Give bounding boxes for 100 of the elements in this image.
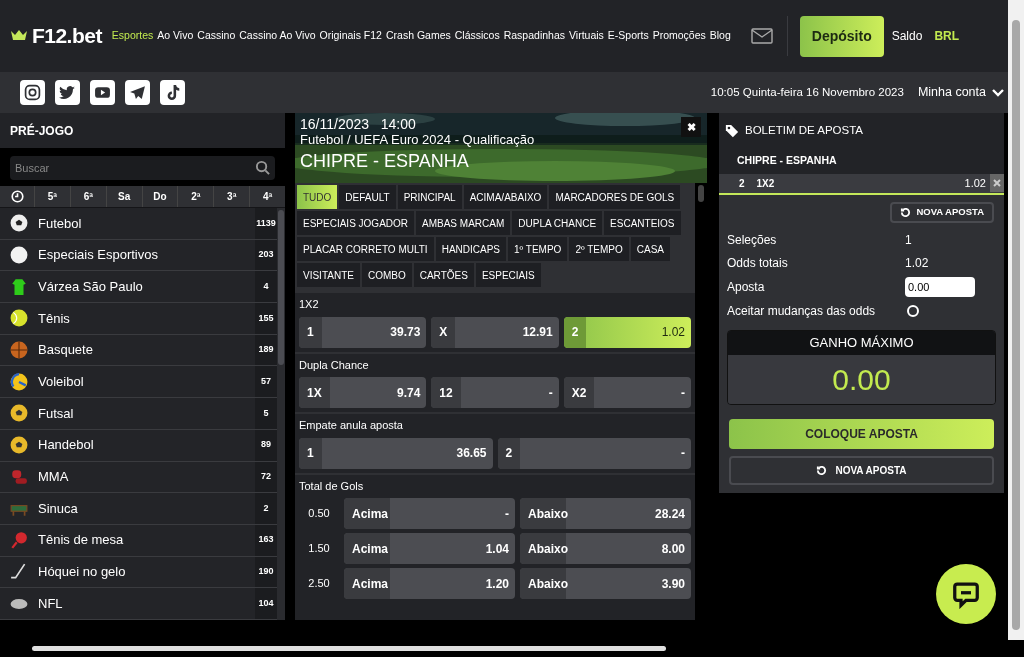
- sport-row[interactable]: NFL 104: [0, 588, 277, 620]
- market-tab[interactable]: HANDICAPS: [435, 237, 506, 261]
- place-bet-button[interactable]: COLOQUE APOSTA: [729, 419, 994, 449]
- tennis-ball-icon: [10, 309, 28, 328]
- twitter-icon[interactable]: [55, 80, 80, 105]
- event-count: 104: [255, 588, 277, 619]
- market-tab[interactable]: CARTÕES: [413, 263, 474, 287]
- chevron-down-icon: [992, 88, 1004, 97]
- close-button[interactable]: ✖: [681, 117, 701, 137]
- nav-link[interactable]: Cassino: [197, 28, 236, 44]
- odds-button[interactable]: 12 -: [431, 377, 559, 408]
- mail-icon[interactable]: [750, 28, 773, 44]
- nav-link[interactable]: Promoções: [652, 28, 706, 44]
- sport-row[interactable]: Futsal 5: [0, 398, 277, 430]
- market-tab[interactable]: 2º TEMPO: [569, 237, 629, 261]
- odds-button[interactable]: 2 -: [497, 437, 691, 469]
- summary-label: Seleções: [727, 232, 778, 249]
- odds-button[interactable]: 1 39.73: [299, 316, 427, 348]
- stake-field[interactable]: 0.00: [905, 277, 975, 297]
- selection-odds: 1.02: [964, 175, 986, 191]
- odds-button[interactable]: 1X 9.74: [299, 377, 427, 408]
- sport-row[interactable]: Tênis de mesa 163: [0, 524, 277, 557]
- day-tab[interactable]: 3ª: [214, 186, 251, 207]
- odds-button[interactable]: Acima 1.04: [344, 533, 515, 564]
- account-menu[interactable]: Minha conta: [917, 83, 1004, 102]
- day-tab[interactable]: 5ª: [35, 186, 71, 207]
- deposit-button[interactable]: Depósito: [799, 15, 884, 57]
- market-tab[interactable]: DUPLA CHANCE: [512, 211, 603, 235]
- market-tab[interactable]: ACIMA/ABAIXO: [463, 185, 548, 209]
- market-tab[interactable]: ESPECIAIS JOGADOR: [297, 211, 415, 235]
- day-tab[interactable]: Sa: [106, 186, 143, 207]
- event-teams: CHIPRE - ESPANHA: [300, 150, 470, 173]
- nav-link[interactable]: Esportes: [111, 28, 154, 44]
- market-tab[interactable]: PLACAR CORRETO MULTI: [297, 237, 434, 261]
- accept-changes-toggle[interactable]: [907, 305, 919, 317]
- new-bet-button[interactable]: NOVA APOSTA: [729, 456, 994, 485]
- market-tab[interactable]: COMBO: [361, 263, 412, 287]
- nav-link[interactable]: E-Sports: [607, 28, 649, 44]
- nav-link[interactable]: Raspadinhas: [503, 28, 565, 44]
- sport-name: Futebol: [38, 214, 83, 233]
- sport-row[interactable]: MMA 72: [0, 461, 277, 494]
- odds-button[interactable]: X2 -: [563, 377, 691, 408]
- market-tab[interactable]: AMBAS MARCAM: [416, 211, 511, 235]
- nav-link[interactable]: Virtuais: [569, 28, 604, 44]
- sport-row[interactable]: Tênis 155: [0, 303, 277, 335]
- tiktok-icon[interactable]: [160, 80, 185, 105]
- odds-button[interactable]: Abaixo 8.00: [520, 533, 691, 564]
- odds-button[interactable]: 1 36.65: [299, 437, 493, 469]
- event-count: 5: [255, 398, 277, 429]
- instagram-icon[interactable]: [20, 80, 45, 105]
- nav-link[interactable]: Ao Vivo: [157, 28, 194, 44]
- youtube-icon[interactable]: [90, 80, 115, 105]
- day-tab[interactable]: 4ª: [250, 186, 285, 207]
- market-tab[interactable]: VISITANTE: [297, 263, 360, 287]
- sport-row[interactable]: Sinuca 2: [0, 493, 277, 525]
- nav-link[interactable]: Cassino Ao Vivo: [239, 28, 316, 44]
- chat-button[interactable]: [936, 564, 996, 624]
- soccer-ball-icon: [10, 404, 28, 423]
- max-win-value: 0.00: [728, 355, 995, 404]
- new-bet-button[interactable]: NOVA APOSTA: [890, 202, 994, 223]
- market-tab[interactable]: 1º TEMPO: [508, 237, 568, 261]
- sport-row[interactable]: Especiais Esportivos 203: [0, 239, 277, 272]
- odds-button[interactable]: Abaixo 28.24: [520, 498, 691, 529]
- scrollbar-thumb[interactable]: [1012, 20, 1020, 630]
- sport-row[interactable]: Voleibol 57: [0, 366, 277, 399]
- scrollbar-thumb[interactable]: [278, 210, 284, 365]
- day-tab[interactable]: 2ª: [178, 186, 215, 207]
- nav-link[interactable]: Clássicos: [454, 28, 500, 44]
- day-tab[interactable]: Do: [142, 186, 179, 207]
- odds-button[interactable]: Acima 1.20: [344, 568, 515, 599]
- scrollbar-thumb[interactable]: [698, 185, 704, 202]
- telegram-icon[interactable]: [125, 80, 150, 105]
- nav-link[interactable]: Crash Games: [385, 28, 451, 44]
- search-field[interactable]: Buscar: [10, 155, 275, 180]
- odds-button[interactable]: X 12.91: [431, 316, 559, 348]
- logo[interactable]: F12.bet: [32, 20, 102, 52]
- nav-link[interactable]: Originais F12: [319, 28, 382, 44]
- goal-line: 2.50: [307, 576, 331, 592]
- market-tab[interactable]: MARCADORES DE GOLS: [549, 185, 681, 209]
- remove-button[interactable]: [990, 174, 1004, 192]
- market-tab[interactable]: DEFAULT: [339, 185, 396, 209]
- sport-name: Futsal: [38, 404, 75, 423]
- sport-name: NFL: [38, 594, 64, 613]
- market-tab[interactable]: PRINCIPAL: [397, 185, 462, 209]
- odds-button[interactable]: Abaixo 3.90: [520, 568, 691, 599]
- sport-row[interactable]: Hóquei no gelo 190: [0, 556, 277, 589]
- scrollbar-thumb[interactable]: [32, 646, 666, 651]
- sport-row[interactable]: Futebol 1139: [0, 208, 277, 240]
- market-tab[interactable]: ESCANTEIOS: [604, 211, 681, 235]
- sport-row[interactable]: Handebol 89: [0, 429, 277, 462]
- summary-label: Odds totais: [727, 255, 789, 272]
- sport-row[interactable]: Basquete 189: [0, 334, 277, 367]
- market-tab[interactable]: TUDO: [297, 185, 338, 209]
- day-tab[interactable]: 6ª: [70, 186, 107, 207]
- market-tab[interactable]: CASA: [630, 237, 670, 261]
- sport-row[interactable]: Várzea São Paulo 4: [0, 271, 277, 304]
- odds-button[interactable]: 2 1.02: [563, 316, 691, 348]
- nav-link[interactable]: Blog: [709, 28, 731, 44]
- odds-button[interactable]: Acima -: [344, 498, 515, 529]
- market-tab[interactable]: ESPECIAIS: [475, 263, 541, 287]
